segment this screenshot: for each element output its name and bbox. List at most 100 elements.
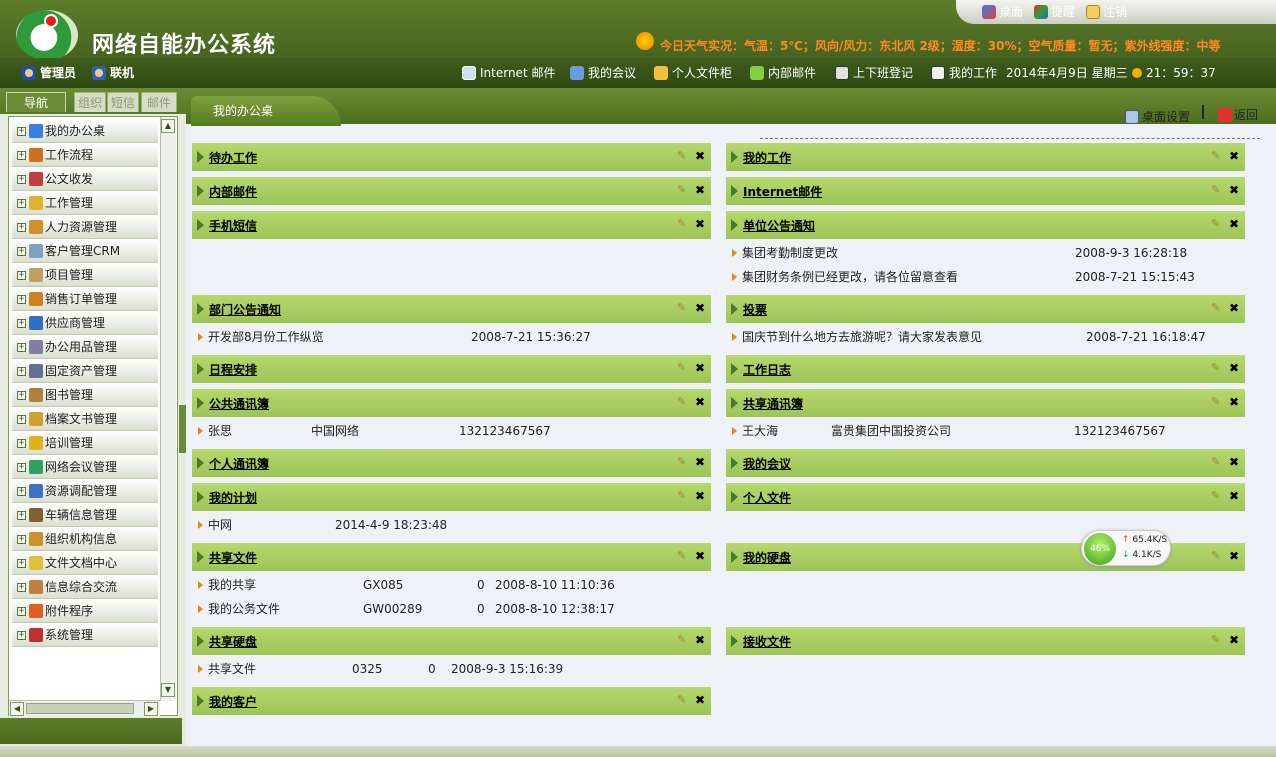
list-item-name[interactable]: 王大海 (742, 423, 778, 439)
panel-title[interactable]: 接收文件 (743, 633, 791, 650)
sidebar-item[interactable]: + 档案文书管理 (12, 408, 158, 431)
sidebar-item[interactable]: + 文件文档中心 (12, 552, 158, 575)
edit-icon[interactable]: ✎ (677, 362, 689, 374)
panel-title[interactable]: 内部邮件 (209, 183, 257, 200)
expand-arrow-icon[interactable] (197, 151, 204, 163)
expand-icon[interactable]: + (17, 630, 26, 640)
expand-icon[interactable]: + (17, 222, 26, 232)
my-work-link[interactable]: 我的工作 (931, 64, 997, 81)
close-icon[interactable]: ✖ (1229, 301, 1239, 315)
expand-icon[interactable]: + (17, 390, 26, 400)
close-icon[interactable]: ✖ (695, 301, 705, 315)
list-item-name[interactable]: 我的共享 (208, 577, 256, 593)
attendance-link[interactable]: 上下班登记 (835, 64, 913, 81)
panel-title[interactable]: 我的工作 (743, 149, 791, 166)
expand-icon[interactable]: + (17, 414, 26, 424)
close-icon[interactable]: ✖ (1229, 183, 1239, 197)
sidebar-item[interactable]: + 工作管理 (12, 192, 158, 215)
sidebar-item[interactable]: + 固定资产管理 (12, 360, 158, 383)
panel-title[interactable]: 投票 (743, 301, 767, 318)
expand-icon[interactable]: + (17, 558, 26, 568)
panel-title[interactable]: 共享通讯簿 (743, 395, 803, 412)
tab-my-desk[interactable]: 我的办公桌 (191, 96, 341, 126)
edit-icon[interactable]: ✎ (1211, 456, 1223, 468)
close-icon[interactable]: ✖ (695, 549, 705, 563)
sidebar-item[interactable]: + 车辆信息管理 (12, 504, 158, 527)
expand-icon[interactable]: + (17, 126, 26, 136)
edit-icon[interactable]: ✎ (677, 150, 689, 162)
panel-title[interactable]: 共享硬盘 (209, 633, 257, 650)
expand-arrow-icon[interactable] (197, 303, 204, 315)
expand-icon[interactable]: + (17, 510, 26, 520)
panel-title[interactable]: 日程安排 (209, 361, 257, 378)
expand-icon[interactable]: + (17, 606, 26, 616)
file-cabinet-link[interactable]: 个人文件柜 (654, 64, 732, 81)
close-icon[interactable]: ✖ (695, 395, 705, 409)
user-role[interactable]: 管理员 (22, 64, 76, 81)
expand-arrow-icon[interactable] (197, 695, 204, 707)
close-icon[interactable]: ✖ (695, 489, 705, 503)
panel-title[interactable]: 部门公告通知 (209, 301, 281, 318)
sidebar-item[interactable]: + 人力资源管理 (12, 216, 158, 239)
horizontal-scrollbar[interactable]: ◀ ▶ (9, 700, 160, 716)
expand-arrow-icon[interactable] (197, 551, 204, 563)
edit-icon[interactable]: ✎ (677, 550, 689, 562)
sidebar-item[interactable]: + 项目管理 (12, 264, 158, 287)
expand-icon[interactable]: + (17, 462, 26, 472)
close-icon[interactable]: ✖ (1229, 455, 1239, 469)
expand-arrow-icon[interactable] (731, 457, 738, 469)
expand-arrow-icon[interactable] (197, 363, 204, 375)
tab-sms[interactable]: 短信 (107, 92, 139, 112)
sidebar-item[interactable]: + 系统管理 (12, 624, 158, 647)
expand-arrow-icon[interactable] (731, 363, 738, 375)
close-icon[interactable]: ✖ (1229, 549, 1239, 563)
edit-icon[interactable]: ✎ (1211, 490, 1223, 502)
sidebar-item[interactable]: + 客户管理CRM (12, 240, 158, 263)
edit-icon[interactable]: ✎ (677, 490, 689, 502)
close-icon[interactable]: ✖ (695, 217, 705, 231)
expand-arrow-icon[interactable] (197, 219, 204, 231)
expand-arrow-icon[interactable] (197, 397, 204, 409)
expand-arrow-icon[interactable] (197, 457, 204, 469)
panel-title[interactable]: 公共通讯簿 (209, 395, 269, 412)
close-icon[interactable]: ✖ (1229, 361, 1239, 375)
collapse-handle[interactable] (179, 405, 186, 453)
tab-nav[interactable]: 导航 (6, 92, 66, 112)
edit-icon[interactable]: ✎ (1211, 396, 1223, 408)
expand-arrow-icon[interactable] (197, 185, 204, 197)
expand-icon[interactable]: + (17, 198, 26, 208)
edit-icon[interactable]: ✎ (677, 184, 689, 196)
expand-arrow-icon[interactable] (731, 219, 738, 231)
edit-icon[interactable]: ✎ (1211, 150, 1223, 162)
sidebar-item[interactable]: + 资源调配管理 (12, 480, 158, 503)
edit-icon[interactable]: ✎ (1211, 362, 1223, 374)
list-item-text[interactable]: 集团考勤制度更改 (742, 245, 838, 261)
close-icon[interactable]: ✖ (695, 633, 705, 647)
edit-icon[interactable]: ✎ (677, 302, 689, 314)
expand-arrow-icon[interactable] (731, 303, 738, 315)
expand-icon[interactable]: + (17, 174, 26, 184)
close-icon[interactable]: ✖ (695, 183, 705, 197)
panel-title[interactable]: 我的硬盘 (743, 549, 791, 566)
edit-icon[interactable]: ✎ (677, 396, 689, 408)
edit-icon[interactable]: ✎ (677, 456, 689, 468)
close-icon[interactable]: ✖ (695, 693, 705, 707)
sidebar-item[interactable]: + 我的办公桌 (12, 120, 158, 143)
sidebar-item[interactable]: + 图书管理 (12, 384, 158, 407)
close-icon[interactable]: ✖ (695, 455, 705, 469)
edit-icon[interactable]: ✎ (1211, 550, 1223, 562)
sidebar-item[interactable]: + 网络会议管理 (12, 456, 158, 479)
panel-title[interactable]: 待办工作 (209, 149, 257, 166)
scroll-down-button[interactable]: ▼ (161, 683, 175, 697)
edit-icon[interactable]: ✎ (1211, 184, 1223, 196)
panel-title[interactable]: 手机短信 (209, 217, 257, 234)
internal-mail-link[interactable]: 内部邮件 (750, 64, 816, 81)
panel-title[interactable]: 共享文件 (209, 549, 257, 566)
edit-icon[interactable]: ✎ (677, 218, 689, 230)
vertical-scrollbar[interactable]: ▲ ▼ (160, 117, 176, 701)
panel-title[interactable]: 我的计划 (209, 489, 257, 506)
logout-link[interactable]: 注销 (1086, 3, 1127, 20)
expand-icon[interactable]: + (17, 486, 26, 496)
expand-icon[interactable]: + (17, 246, 26, 256)
desktop-link[interactable]: 桌面 (982, 3, 1023, 20)
